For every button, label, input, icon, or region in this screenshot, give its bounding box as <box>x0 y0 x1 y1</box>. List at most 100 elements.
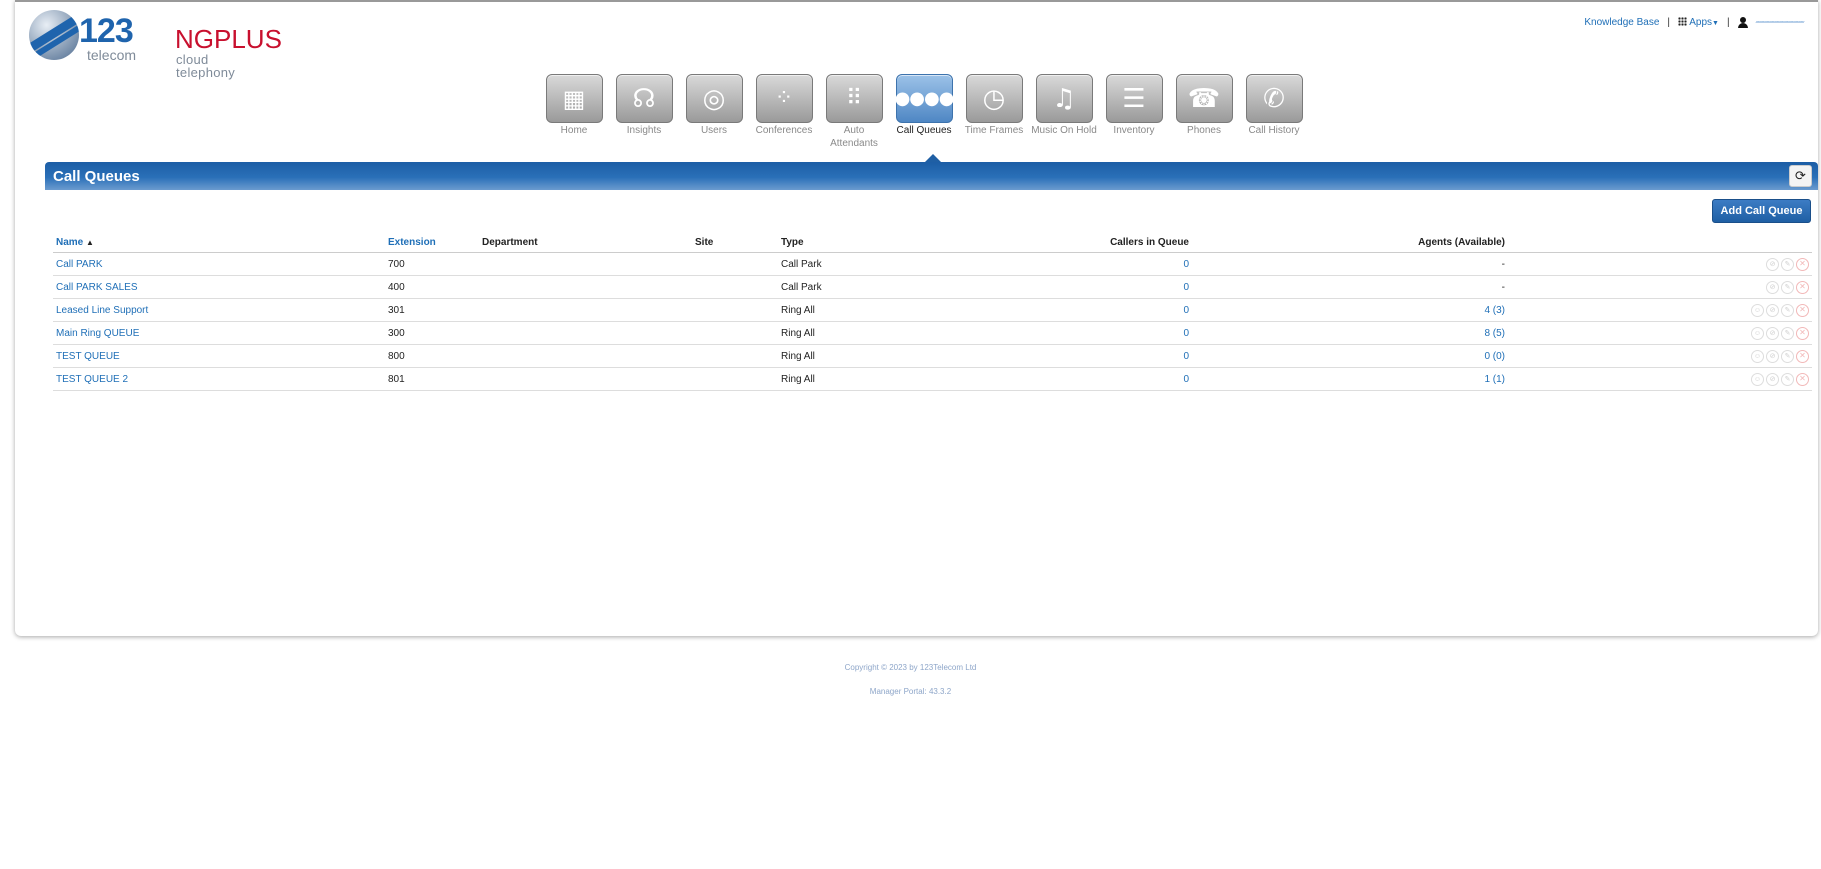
knowledge-base-link[interactable]: Knowledge Base <box>1584 17 1659 28</box>
extension-cell: 301 <box>388 304 405 316</box>
reports-icon[interactable]: ⊘ <box>1766 303 1779 317</box>
queue-name-link[interactable]: Main Ring QUEUE <box>53 328 388 339</box>
extension-cell: 700 <box>388 258 405 270</box>
col-agents-header[interactable]: Agents (Available) <box>1189 237 1505 248</box>
callers-link[interactable]: 0 <box>958 351 1189 362</box>
queue-name-link[interactable]: TEST QUEUE 2 <box>53 374 388 385</box>
delete-icon[interactable]: ✕ <box>1796 303 1809 317</box>
apps-menu[interactable]: Apps▼ <box>1678 17 1719 28</box>
nav-label: Conferences <box>755 125 813 136</box>
agents-link[interactable]: 1 (1) <box>1189 374 1505 385</box>
queue-name-link[interactable]: Call PARK SALES <box>53 282 388 293</box>
nav-home[interactable]: ▦ Home <box>539 74 609 150</box>
col-extension-header[interactable]: Extension <box>388 237 482 248</box>
headset-icon: ☊ <box>615 74 673 123</box>
nav-time-frames[interactable]: ◷ Time Frames <box>959 74 1029 150</box>
user-name[interactable]: ~~~~~~~~~~ <box>1756 17 1805 28</box>
delete-icon[interactable]: ✕ <box>1796 372 1809 386</box>
queue-name-link[interactable]: Leased Line Support <box>53 305 388 316</box>
col-name-label: Name <box>56 236 84 248</box>
agents-icon[interactable]: ☺ <box>1751 326 1764 340</box>
add-call-queue-button[interactable]: Add Call Queue <box>1712 199 1811 223</box>
nav-auto-attendants[interactable]: ⠿ Auto Attendants <box>819 74 889 150</box>
agents-icon[interactable]: ☺ <box>1751 303 1764 317</box>
user-icon[interactable] <box>1737 17 1748 28</box>
type-cell: Ring All <box>781 327 815 339</box>
nav-label: Users <box>700 125 728 136</box>
table-row[interactable]: TEST QUEUE 2 801 Ring All 0 1 (1) ☺ ⊘ ✎ … <box>53 368 1812 391</box>
edit-icon[interactable]: ✎ <box>1781 372 1794 386</box>
col-type-header[interactable]: Type <box>781 237 958 248</box>
nav-phones[interactable]: ☎ Phones <box>1169 74 1239 150</box>
queue-name-link[interactable]: Call PARK <box>53 259 388 270</box>
table-row[interactable]: TEST QUEUE 800 Ring All 0 0 (0) ☺ ⊘ ✎ ✕ <box>53 345 1812 368</box>
edit-icon[interactable]: ✎ <box>1781 326 1794 340</box>
dots-icon: ●●●● <box>895 74 954 123</box>
nav-label: Phones <box>1187 125 1221 136</box>
reports-icon[interactable]: ⊘ <box>1766 349 1779 363</box>
table-row[interactable]: Call PARK SALES 400 Call Park 0 - ⊘ ✎ ✕ <box>53 276 1812 299</box>
table-row[interactable]: Main Ring QUEUE 300 Ring All 0 8 (5) ☺ ⊘… <box>53 322 1812 345</box>
reports-icon[interactable]: ⊘ <box>1766 280 1779 294</box>
delete-icon[interactable]: ✕ <box>1796 257 1809 271</box>
reports-icon[interactable]: ⊘ <box>1766 326 1779 340</box>
col-name-header[interactable]: Name ▲ <box>53 237 388 248</box>
conference-icon: ⁘ <box>755 74 813 123</box>
agents-link[interactable]: 8 (5) <box>1189 328 1505 339</box>
edit-icon[interactable]: ✎ <box>1781 280 1794 294</box>
row-actions: ☺ ⊘ ✎ ✕ <box>1505 326 1812 340</box>
callers-link[interactable]: 0 <box>958 259 1189 270</box>
agents-icon[interactable]: ☺ <box>1751 349 1764 363</box>
nav-call-history[interactable]: ✆ Call History <box>1239 74 1309 150</box>
reports-icon[interactable]: ⊘ <box>1766 257 1779 271</box>
table-row[interactable]: Call PARK 700 Call Park 0 - ⊘ ✎ ✕ <box>53 253 1812 276</box>
nav-users[interactable]: ◎ Users <box>679 74 749 150</box>
delete-icon[interactable]: ✕ <box>1796 326 1809 340</box>
logo-globe-icon <box>29 10 79 60</box>
col-department-header[interactable]: Department <box>482 237 695 248</box>
queue-name-link[interactable]: TEST QUEUE <box>53 351 388 362</box>
reports-icon[interactable]: ⊘ <box>1766 372 1779 386</box>
copyright-text: Copyright © 2023 by 123Telecom Ltd <box>844 663 977 672</box>
row-actions: ☺ ⊘ ✎ ✕ <box>1505 303 1812 317</box>
type-cell: Call Park <box>781 258 822 270</box>
callers-link[interactable]: 0 <box>958 305 1189 316</box>
col-site-header[interactable]: Site <box>695 237 781 248</box>
extension-cell: 801 <box>388 373 405 385</box>
callers-link[interactable]: 0 <box>958 282 1189 293</box>
divider: | <box>1667 17 1671 28</box>
edit-icon[interactable]: ✎ <box>1781 349 1794 363</box>
col-callers-header[interactable]: Callers in Queue <box>958 237 1189 248</box>
edit-icon[interactable]: ✎ <box>1781 303 1794 317</box>
agents-cell: - <box>1501 258 1505 270</box>
table-row[interactable]: Leased Line Support 301 Ring All 0 4 (3)… <box>53 299 1812 322</box>
row-actions: ⊘ ✎ ✕ <box>1505 257 1812 271</box>
delete-icon[interactable]: ✕ <box>1796 280 1809 294</box>
nav-call-queues[interactable]: ●●●● Call Queues <box>889 74 959 150</box>
logo-subtext: telecom <box>87 47 137 63</box>
nav-label: Call Queues <box>896 125 952 136</box>
nav-music-on-hold[interactable]: ♫ Music On Hold <box>1029 74 1099 150</box>
apps-label: Apps <box>1689 17 1713 28</box>
row-actions: ☺ ⊘ ✎ ✕ <box>1505 349 1812 363</box>
nav-inventory[interactable]: ☰ Inventory <box>1099 74 1169 150</box>
edit-icon[interactable]: ✎ <box>1781 257 1794 271</box>
row-actions: ☺ ⊘ ✎ ✕ <box>1505 372 1812 386</box>
brand-tagline: cloud telephony <box>176 52 236 80</box>
handset-icon: ☎ <box>1175 74 1233 123</box>
logo[interactable]: 123 telecom NGPLUS cloud telephony <box>29 10 282 79</box>
extension-cell: 300 <box>388 327 405 339</box>
agents-link[interactable]: 4 (3) <box>1189 305 1505 316</box>
agents-link[interactable]: 0 (0) <box>1189 351 1505 362</box>
callers-link[interactable]: 0 <box>958 374 1189 385</box>
logo-number: 123 <box>79 12 134 50</box>
agents-icon[interactable]: ☺ <box>1751 372 1764 386</box>
callers-link[interactable]: 0 <box>958 328 1189 339</box>
page-title-bar: Call Queues ⟳ <box>45 162 1818 190</box>
refresh-button[interactable]: ⟳ <box>1789 165 1812 187</box>
nav-insights[interactable]: ☊ Insights <box>609 74 679 150</box>
nav-conferences[interactable]: ⁘ Conferences <box>749 74 819 150</box>
delete-icon[interactable]: ✕ <box>1796 349 1809 363</box>
agents-cell: - <box>1501 281 1505 293</box>
brand-name: NGPLUS <box>175 24 282 54</box>
